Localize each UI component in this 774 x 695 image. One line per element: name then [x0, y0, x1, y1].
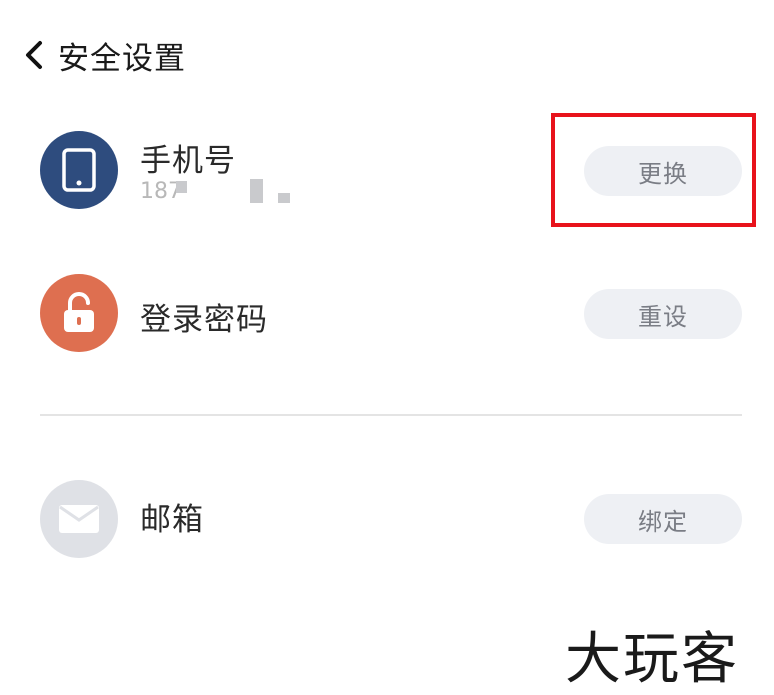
back-chevron-icon[interactable] — [22, 40, 48, 70]
redaction-mark — [250, 179, 263, 203]
reset-password-button[interactable]: 重设 — [584, 289, 742, 339]
phone-icon — [62, 148, 96, 192]
phone-label: 手机号 — [140, 143, 236, 179]
email-row: 邮箱 绑定 — [40, 480, 742, 560]
watermark-logo: 大玩客 — [565, 627, 739, 692]
password-label: 登录密码 — [140, 302, 268, 338]
password-row: 登录密码 重设 — [40, 274, 742, 354]
phone-icon-circle — [40, 131, 118, 209]
mail-icon — [59, 505, 99, 533]
page-title: 安全设置 — [58, 40, 186, 77]
bind-email-button[interactable]: 绑定 — [584, 494, 742, 544]
redaction-mark — [176, 181, 187, 193]
header-bar: 安全设置 — [22, 30, 186, 80]
section-divider — [40, 414, 742, 416]
lock-icon — [64, 292, 94, 332]
mail-icon-circle — [40, 480, 118, 558]
redaction-mark — [278, 193, 290, 203]
lock-icon-circle — [40, 274, 118, 352]
email-label: 邮箱 — [140, 502, 204, 538]
highlight-box — [551, 113, 756, 227]
